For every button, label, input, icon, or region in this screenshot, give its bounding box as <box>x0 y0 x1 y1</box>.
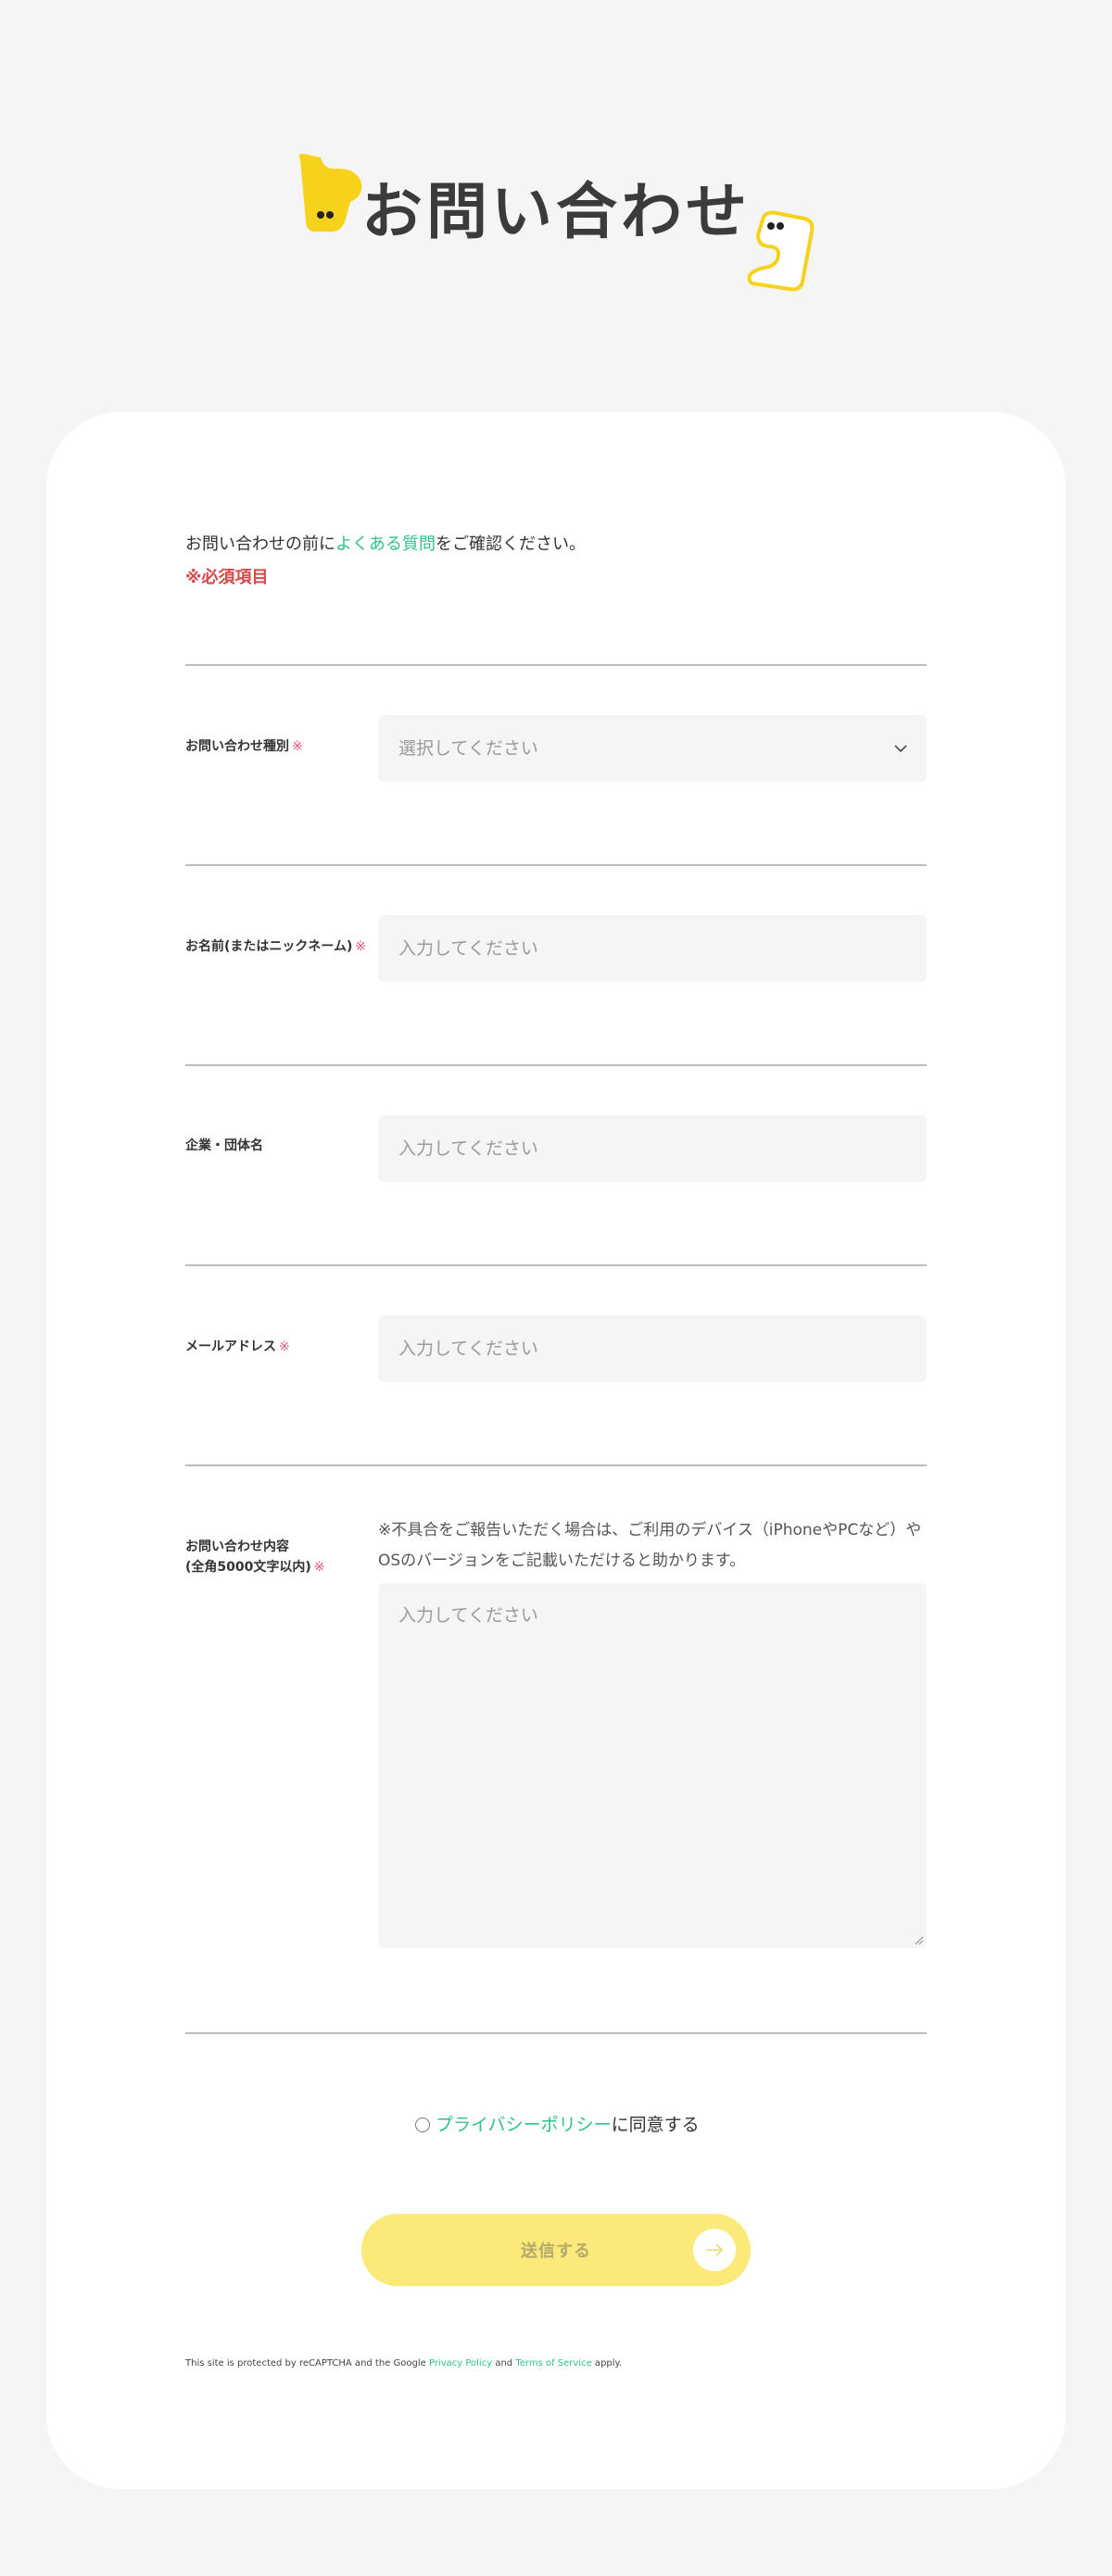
required-mark: ※ <box>355 939 367 954</box>
content-placeholder: 入力してください <box>398 1605 538 1626</box>
agree-text: に同意する <box>611 2115 700 2135</box>
inquiry-type-placeholder: 選択してください <box>398 738 538 759</box>
chevron-down-icon <box>894 745 907 753</box>
recaptcha-notice: This site is protected by reCAPTCHA and … <box>185 2358 623 2369</box>
arrow-right-icon <box>693 2229 736 2271</box>
divider <box>185 864 927 866</box>
divider <box>185 664 927 666</box>
divider <box>185 1264 927 1266</box>
submit-label: 送信する <box>521 2242 591 2261</box>
submit-button[interactable]: 送信する <box>361 2214 751 2286</box>
company-input[interactable]: 入力してください <box>378 1115 927 1182</box>
required-mark: ※ <box>313 1560 325 1575</box>
page-title: お問い合わせ <box>361 176 751 247</box>
privacy-policy-link[interactable]: プライバシーポリシー <box>436 2115 612 2135</box>
email-label: メールアドレス ※ <box>185 1339 290 1354</box>
divider <box>185 2032 927 2034</box>
intro-text-after: をご確認ください。 <box>436 534 586 554</box>
privacy-agreement[interactable]: プライバシーポリシーに同意する <box>415 2112 700 2138</box>
company-label: 企業・団体名 <box>185 1138 263 1153</box>
email-input[interactable]: 入力してください <box>378 1315 927 1382</box>
divider <box>185 1064 927 1066</box>
company-placeholder: 入力してください <box>398 1138 538 1159</box>
content-textarea[interactable]: 入力してください <box>378 1583 927 1948</box>
required-note: ※必須項目 <box>185 568 269 587</box>
email-placeholder: 入力してください <box>398 1338 538 1359</box>
required-mark: ※ <box>292 739 303 754</box>
name-label: お名前(またはニックネーム) ※ <box>185 939 367 954</box>
content-note: ※不具合をご報告いただく場合は、ご利用のデバイス（iPhoneやPCなど）やOS… <box>378 1521 922 1570</box>
divider <box>185 1464 927 1466</box>
content-label: お問い合わせ内容 (全角5000文字以内) ※ <box>185 1539 325 1575</box>
page-header: お問い合わせ <box>0 0 1112 412</box>
inquiry-type-label: お問い合わせ種別 ※ <box>185 739 303 754</box>
recaptcha-terms-link[interactable]: Terms of Service <box>515 2358 591 2369</box>
radio-icon[interactable] <box>415 2117 430 2132</box>
recaptcha-privacy-link[interactable]: Privacy Policy <box>429 2358 492 2369</box>
required-mark: ※ <box>279 1339 290 1354</box>
name-input[interactable]: 入力してください <box>378 915 927 982</box>
intro-text: お問い合わせの前に <box>185 534 335 554</box>
name-placeholder: 入力してください <box>398 938 538 959</box>
inquiry-type-select[interactable]: 選択してください <box>378 715 927 782</box>
faq-link[interactable]: よくある質問 <box>335 534 436 554</box>
mascot-right-icon <box>747 210 815 292</box>
resize-handle-icon[interactable] <box>915 1936 924 1945</box>
